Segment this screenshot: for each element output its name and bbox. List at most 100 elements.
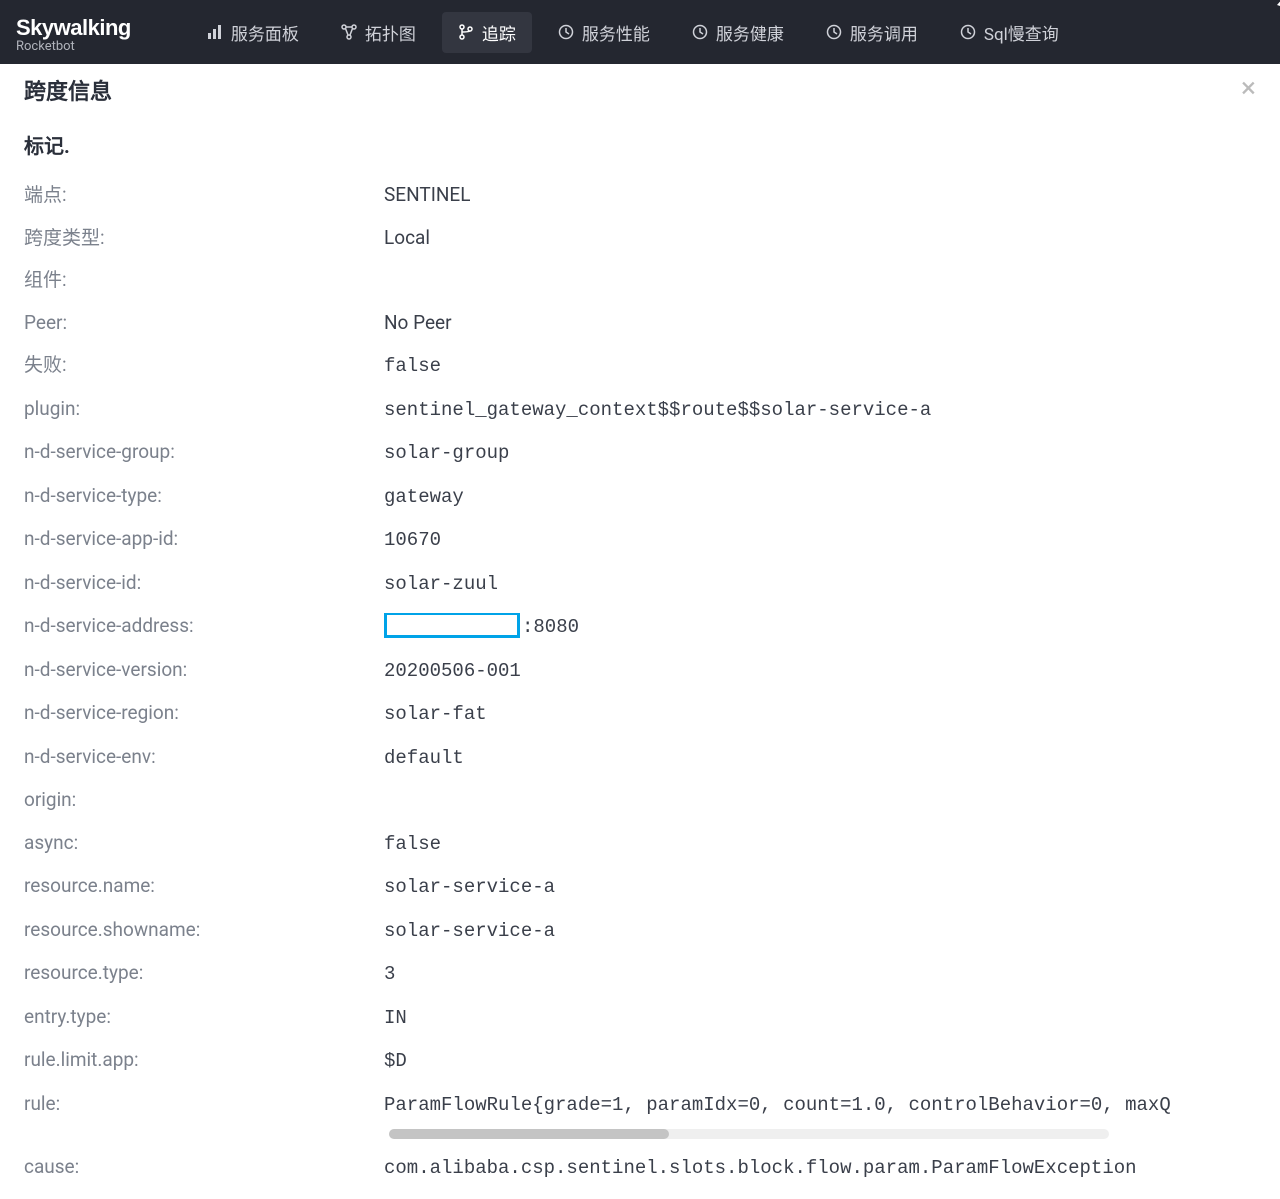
kv-value: 3 (384, 960, 395, 989)
kv-row: resource.type:3 (24, 959, 1256, 989)
kv-row: Peer:No Peer (24, 309, 1256, 338)
kv-key: entry.type: (24, 1003, 384, 1032)
kv-row: 组件: (24, 266, 1256, 295)
logo-swoosh-icon (1276, 0, 1280, 8)
kv-key: origin: (24, 786, 384, 815)
kv-row: n-d-service-region:solar-fat (24, 699, 1256, 729)
kv-row: n-d-service-env:default (24, 743, 1256, 773)
nav-item-performance[interactable]: 服务性能 (542, 12, 666, 53)
kv-value: solar-service-a (384, 917, 555, 946)
nav-label: 拓扑图 (365, 20, 416, 45)
kv-key: n-d-service-app-id: (24, 525, 384, 554)
kv-row: n-d-service-version:20200506-001 (24, 656, 1256, 686)
horizontal-scrollbar[interactable] (389, 1129, 1109, 1139)
nav-item-invocation[interactable]: 服务调用 (810, 12, 934, 53)
kv-value: Local (384, 224, 430, 253)
kv-row: rule.limit.app:$D (24, 1046, 1256, 1076)
panel-title: 跨度信息 (24, 74, 1256, 106)
kv-key: resource.showname: (24, 916, 384, 945)
kv-value: sentinel_gateway_context$$route$$solar-s… (384, 396, 931, 425)
kv-row: rule:ParamFlowRule{grade=1, paramIdx=0, … (24, 1090, 1256, 1120)
kv-key: resource.name: (24, 872, 384, 901)
clock-icon (826, 24, 842, 40)
nav-label: 服务面板 (231, 20, 299, 45)
kv-key: async: (24, 829, 384, 858)
kv-row: origin: (24, 786, 1256, 815)
kv-key: n-d-service-env: (24, 743, 384, 772)
kv-value: No Peer (384, 309, 452, 338)
kv-row: n-d-service-type:gateway (24, 482, 1256, 512)
tags-label: 标记. (24, 130, 1256, 159)
nav-item-slow_sql[interactable]: Sql慢查询 (944, 12, 1075, 53)
kv-key: 失败: (24, 351, 384, 380)
kv-value-suffix: :8080 (522, 616, 579, 638)
kv-value: SENTINEL (384, 181, 470, 210)
top-nav: 服务面板 拓扑图 追踪 服务性能 服务健康 服务调用 Sql慢查询 (191, 12, 1075, 53)
kv-row: entry.type:IN (24, 1003, 1256, 1033)
scrollbar-thumb[interactable] (389, 1129, 669, 1139)
kv-row: n-d-service-address: :8080 (24, 612, 1256, 642)
kv-key: plugin: (24, 395, 384, 424)
kv-value: false (384, 352, 441, 381)
kv-value: ParamFlowRule{grade=1, paramIdx=0, count… (384, 1091, 1171, 1120)
nav-label: 追踪 (482, 20, 516, 45)
kv-list: 端点:SENTINEL跨度类型:Local组件:Peer:No Peer失败:f… (24, 181, 1256, 1183)
kv-row: async:false (24, 829, 1256, 859)
kv-row: resource.name:solar-service-a (24, 872, 1256, 902)
kv-key: cause: (24, 1153, 384, 1182)
kv-value: :8080 (384, 613, 579, 642)
clock-icon (692, 24, 708, 40)
kv-key: 端点: (24, 181, 384, 210)
kv-value: false (384, 830, 441, 859)
close-icon[interactable]: × (1241, 74, 1256, 102)
kv-value: solar-zuul (384, 570, 498, 599)
nav-label: 服务健康 (716, 20, 784, 45)
clock-icon (960, 24, 976, 40)
nav-label: 服务性能 (582, 20, 650, 45)
kv-value: 10670 (384, 526, 441, 555)
kv-key: resource.type: (24, 959, 384, 988)
nav-item-topology[interactable]: 拓扑图 (325, 12, 432, 53)
kv-value: 20200506-001 (384, 657, 521, 686)
kv-key: n-d-service-region: (24, 699, 384, 728)
nav-label: 服务调用 (850, 20, 918, 45)
clock-icon (558, 24, 574, 40)
kv-value: solar-service-a (384, 873, 555, 902)
span-info-panel: × 跨度信息 标记. 端点:SENTINEL跨度类型:Local组件:Peer:… (0, 64, 1280, 1199)
kv-row: n-d-service-id:solar-zuul (24, 569, 1256, 599)
kv-key: rule.limit.app: (24, 1046, 384, 1075)
nav-item-trace[interactable]: 追踪 (442, 12, 532, 53)
kv-key: Peer: (24, 309, 384, 338)
logo-sub: Rocketbot (16, 39, 131, 54)
topbar: Skywalking Rocketbot 服务面板拓扑图追踪服务性能服务健康服务… (0, 0, 1280, 64)
kv-key: n-d-service-version: (24, 656, 384, 685)
kv-value: gateway (384, 483, 464, 512)
nav-item-health[interactable]: 服务健康 (676, 12, 800, 53)
kv-key: rule: (24, 1090, 384, 1119)
nav-item-dashboard[interactable]: 服务面板 (191, 12, 315, 53)
bar-chart-icon (207, 24, 223, 40)
topology-icon (341, 24, 357, 40)
kv-row: plugin:sentinel_gateway_context$$route$$… (24, 395, 1256, 425)
logo[interactable]: Skywalking Rocketbot (16, 11, 131, 54)
redacted-box (384, 613, 520, 638)
kv-key: n-d-service-type: (24, 482, 384, 511)
kv-value: solar-fat (384, 700, 487, 729)
kv-row: cause:com.alibaba.csp.sentinel.slots.blo… (24, 1153, 1256, 1183)
logo-main: Skywalking (16, 15, 131, 41)
kv-key: 组件: (24, 266, 384, 295)
kv-value: solar-group (384, 439, 509, 468)
kv-row: 跨度类型:Local (24, 224, 1256, 253)
kv-key: 跨度类型: (24, 224, 384, 253)
kv-row: 端点:SENTINEL (24, 181, 1256, 210)
kv-key: n-d-service-id: (24, 569, 384, 598)
kv-value: default (384, 744, 464, 773)
kv-row: resource.showname:solar-service-a (24, 916, 1256, 946)
kv-key: n-d-service-address: (24, 612, 384, 641)
kv-value: com.alibaba.csp.sentinel.slots.block.flo… (384, 1154, 1137, 1183)
kv-key: n-d-service-group: (24, 438, 384, 467)
kv-row: 失败:false (24, 351, 1256, 381)
kv-value: $D (384, 1047, 407, 1076)
kv-value: IN (384, 1004, 407, 1033)
kv-row: n-d-service-group:solar-group (24, 438, 1256, 468)
